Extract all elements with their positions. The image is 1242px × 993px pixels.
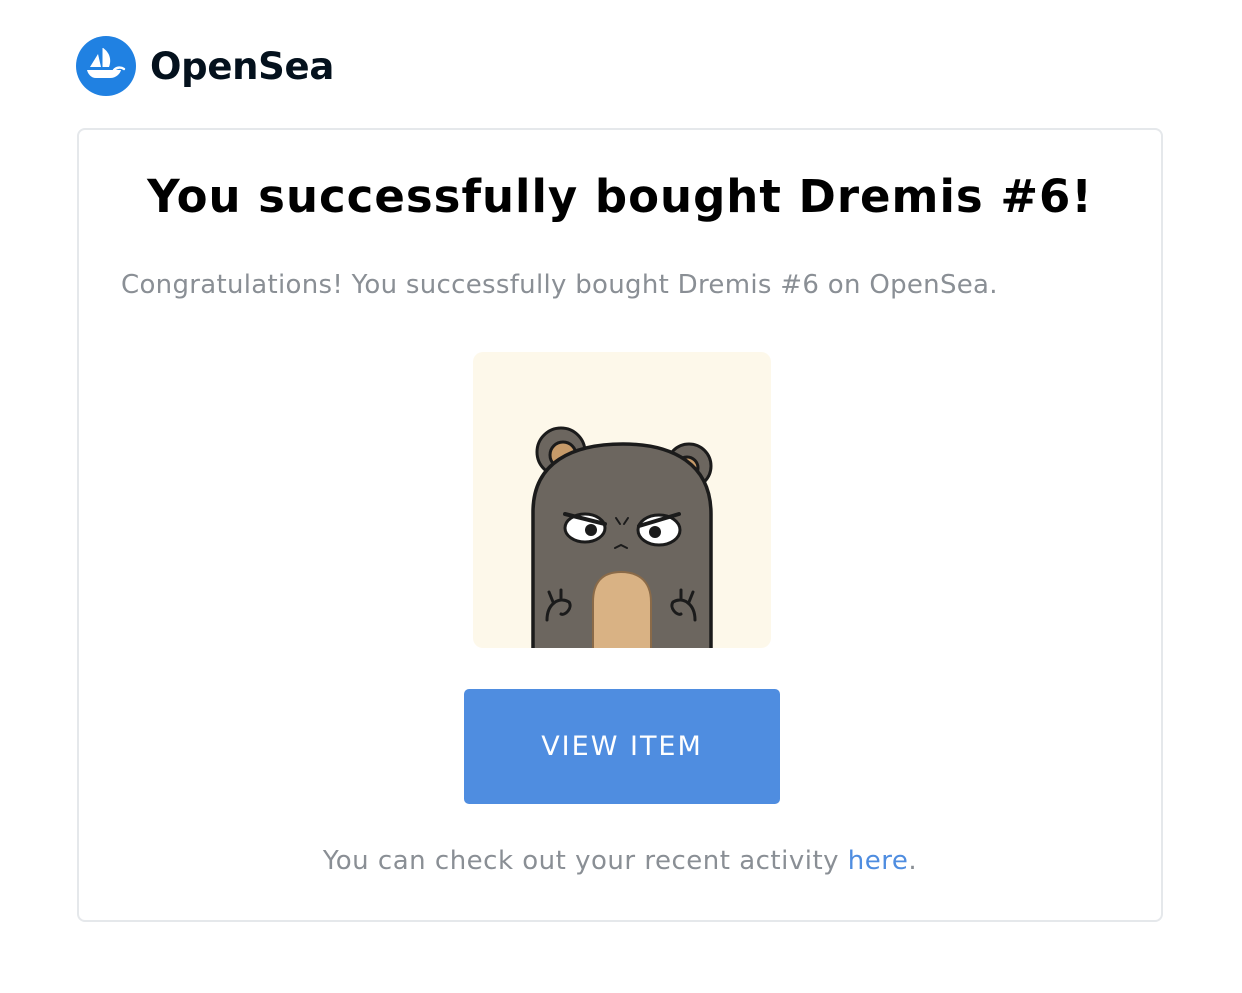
brand-header[interactable]: OpenSea [76, 36, 334, 96]
opensea-logo-icon [76, 36, 136, 96]
view-item-button[interactable]: VIEW ITEM [464, 689, 780, 804]
recent-activity-link[interactable]: here [848, 846, 909, 876]
email-page: OpenSea You successfully bought Dremis #… [0, 0, 1242, 993]
congratulations-message: Congratulations! You successfully bought… [121, 270, 998, 300]
recent-activity-text: You can check out your recent activity [322, 846, 848, 876]
purchase-title: You successfully bought Dremis #6! [147, 170, 1093, 223]
recent-activity-note: You can check out your recent activity h… [79, 846, 1161, 876]
purchase-card: You successfully bought Dremis #6! Congr… [77, 128, 1163, 922]
recent-activity-suffix: . [908, 846, 918, 876]
brand-name: OpenSea [150, 44, 334, 88]
dremis-bear-icon [531, 426, 713, 648]
nft-image[interactable] [473, 352, 771, 648]
